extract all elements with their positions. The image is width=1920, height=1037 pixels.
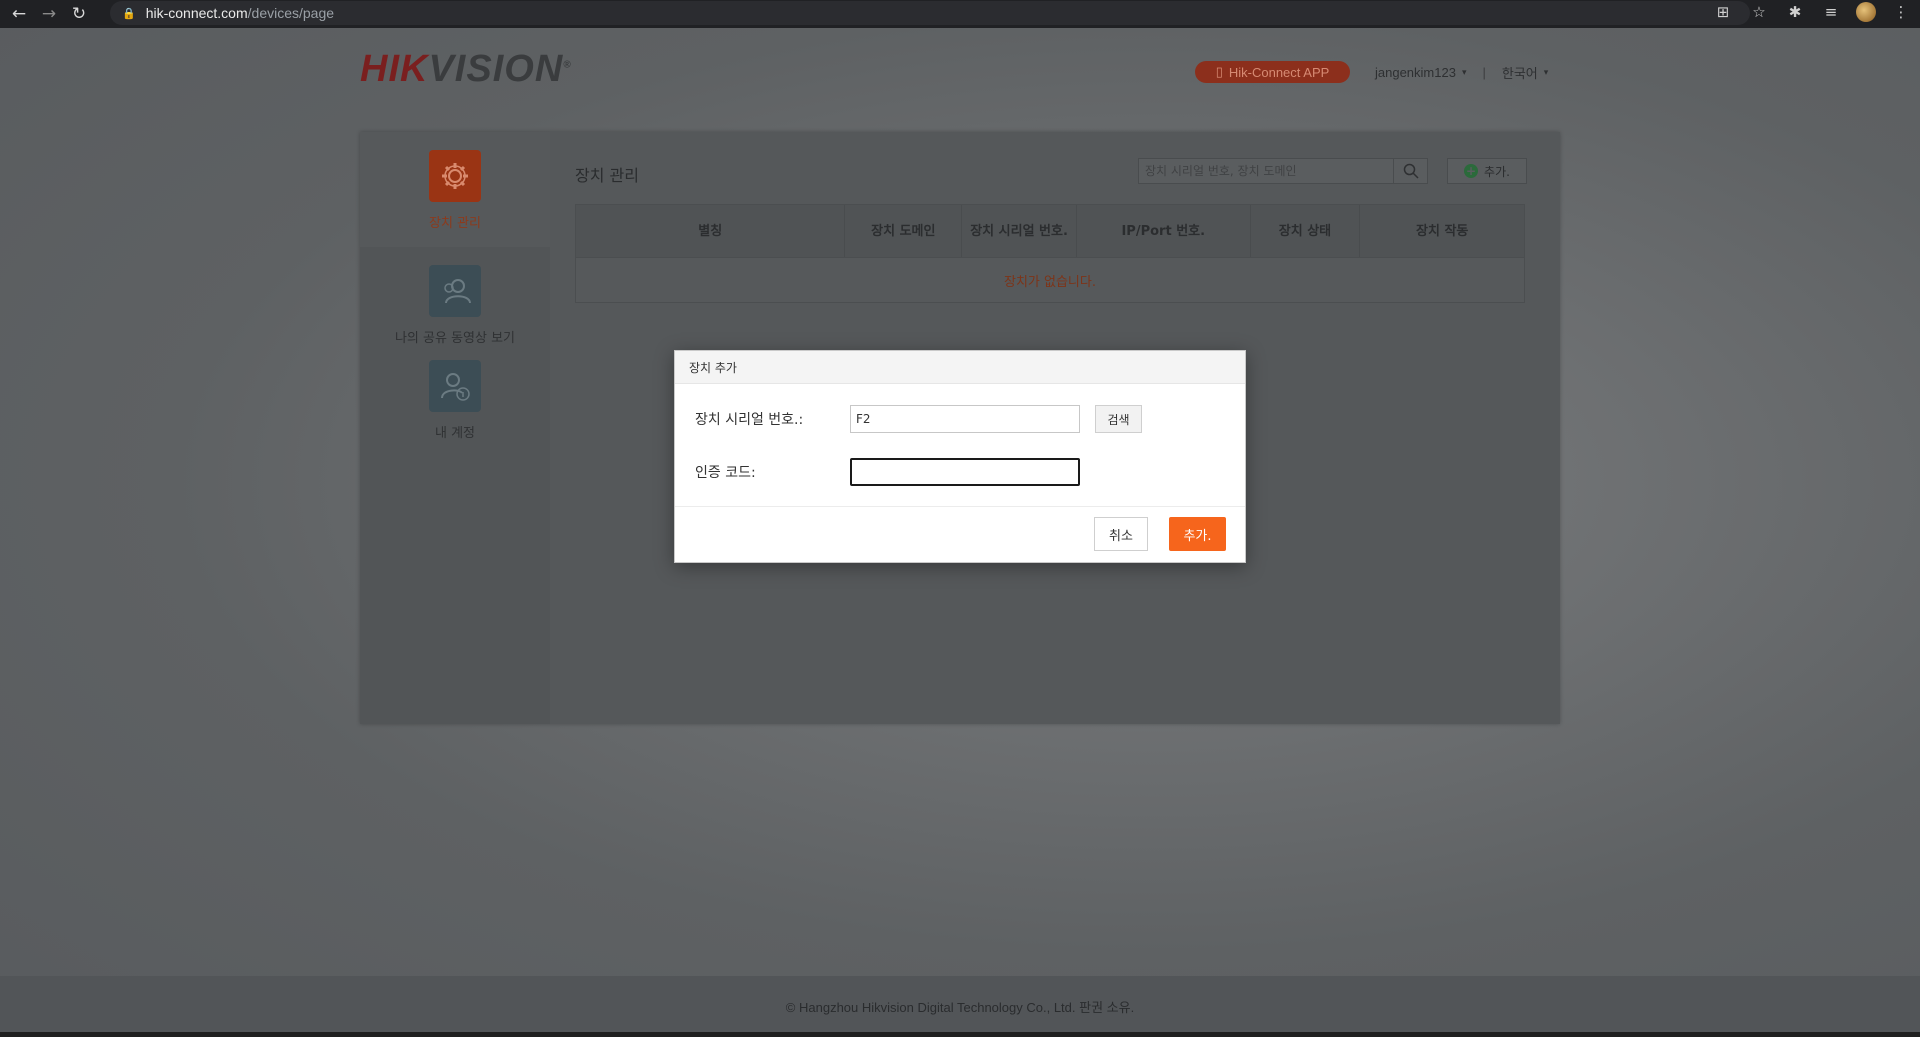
add-device-dialog: 장치 추가 장치 시리얼 번호.: 검색 인증 코드: 취소 추가.	[674, 350, 1246, 563]
divider: |	[1482, 65, 1486, 80]
hik-connect-app-button[interactable]: ▯ Hik-Connect APP	[1195, 61, 1350, 83]
table-header: 별칭 장치 도메인 장치 시리얼 번호. IP/Port 번호. 장치 상태 장…	[576, 205, 1524, 257]
column-header: 장치 작동	[1416, 223, 1469, 239]
chevron-down-icon: ▾	[1543, 67, 1549, 77]
extensions-icon[interactable]: ✱	[1784, 3, 1806, 21]
verification-code-input[interactable]	[850, 458, 1080, 486]
dialog-title: 장치 추가	[675, 351, 1245, 384]
forward-arrow-icon[interactable]: →	[38, 3, 60, 25]
phone-icon: ▯	[1215, 64, 1223, 79]
address-bar[interactable]: 🔒 hik-connect.com /devices/page	[110, 1, 1750, 25]
add-device-button[interactable]: + 추가.	[1447, 158, 1527, 184]
url-domain: hik-connect.com	[145, 5, 248, 21]
gear-icon	[429, 150, 481, 202]
sidebar-item-label: 내 계정	[434, 426, 475, 441]
profile-avatar[interactable]	[1856, 2, 1876, 22]
serial-row: 장치 시리얼 번호.: 검색	[695, 405, 1142, 433]
device-table: 별칭 장치 도메인 장치 시리얼 번호. IP/Port 번호. 장치 상태 장…	[575, 204, 1525, 303]
add-device-label: 추가.	[1484, 164, 1510, 179]
search-input[interactable]	[1139, 159, 1393, 183]
column-header: 장치 상태	[1251, 205, 1361, 257]
sidebar: 장치 관리 나의 공유 동영상 보기 내 계정	[360, 132, 550, 724]
copyright-text: © Hangzhou Hikvision Digital Technology …	[785, 1000, 1135, 1015]
account-info-icon	[429, 360, 481, 412]
column-header: IP/Port 번호.	[1077, 205, 1251, 257]
browser-toolbar: ← → ↻ 🔒 hik-connect.com /devices/page ⊞ …	[0, 0, 1920, 28]
column-header: 장치 도메인	[845, 205, 963, 257]
dialog-footer: 취소 추가.	[675, 506, 1245, 563]
serial-number-input[interactable]	[850, 405, 1080, 433]
sidebar-item-device-management[interactable]: 장치 관리	[360, 132, 550, 247]
hikvision-logo: HIKVISION®	[360, 48, 572, 90]
translate-icon[interactable]: ⊞	[1712, 3, 1734, 21]
device-search	[1138, 158, 1428, 184]
search-button[interactable]: 검색	[1095, 405, 1142, 433]
plus-circle-icon: +	[1464, 164, 1479, 178]
page-title: 장치 관리	[575, 166, 639, 185]
verification-code-label: 인증 코드:	[695, 465, 756, 481]
column-header: 별칭	[576, 205, 846, 257]
reading-list-icon[interactable]: ≡	[1820, 3, 1842, 21]
reload-icon[interactable]: ↻	[68, 3, 90, 25]
username-dropdown[interactable]: jangenkim123	[1375, 65, 1456, 80]
footer: © Hangzhou Hikvision Digital Technology …	[0, 976, 1920, 1037]
empty-message: 장치가 없습니다.	[576, 257, 1524, 302]
back-arrow-icon[interactable]: ←	[8, 3, 30, 25]
url-path: /devices/page	[247, 5, 335, 21]
sidebar-item-label: 장치 관리	[429, 216, 481, 231]
user-menu: jangenkim123 ▾ | 한국어 ▾	[1375, 63, 1548, 82]
serial-label: 장치 시리얼 번호.:	[695, 412, 804, 428]
chevron-down-icon: ▾	[1461, 67, 1467, 77]
column-header: 장치 시리얼 번호.	[962, 205, 1077, 257]
search-icon[interactable]	[1393, 159, 1427, 183]
cancel-button[interactable]: 취소	[1094, 517, 1148, 551]
more-menu-icon[interactable]: ⋮	[1890, 3, 1912, 21]
bottom-bar	[0, 1032, 1920, 1037]
code-row: 인증 코드:	[695, 458, 1080, 486]
lock-icon: 🔒	[122, 6, 136, 20]
shared-users-icon	[429, 265, 481, 317]
confirm-add-button[interactable]: 추가.	[1169, 517, 1226, 551]
sidebar-item-my-account[interactable]: 내 계정	[360, 342, 550, 457]
bookmark-star-icon[interactable]: ☆	[1748, 3, 1770, 21]
app-button-label: Hik-Connect APP	[1228, 64, 1330, 80]
language-dropdown[interactable]: 한국어	[1502, 63, 1538, 82]
